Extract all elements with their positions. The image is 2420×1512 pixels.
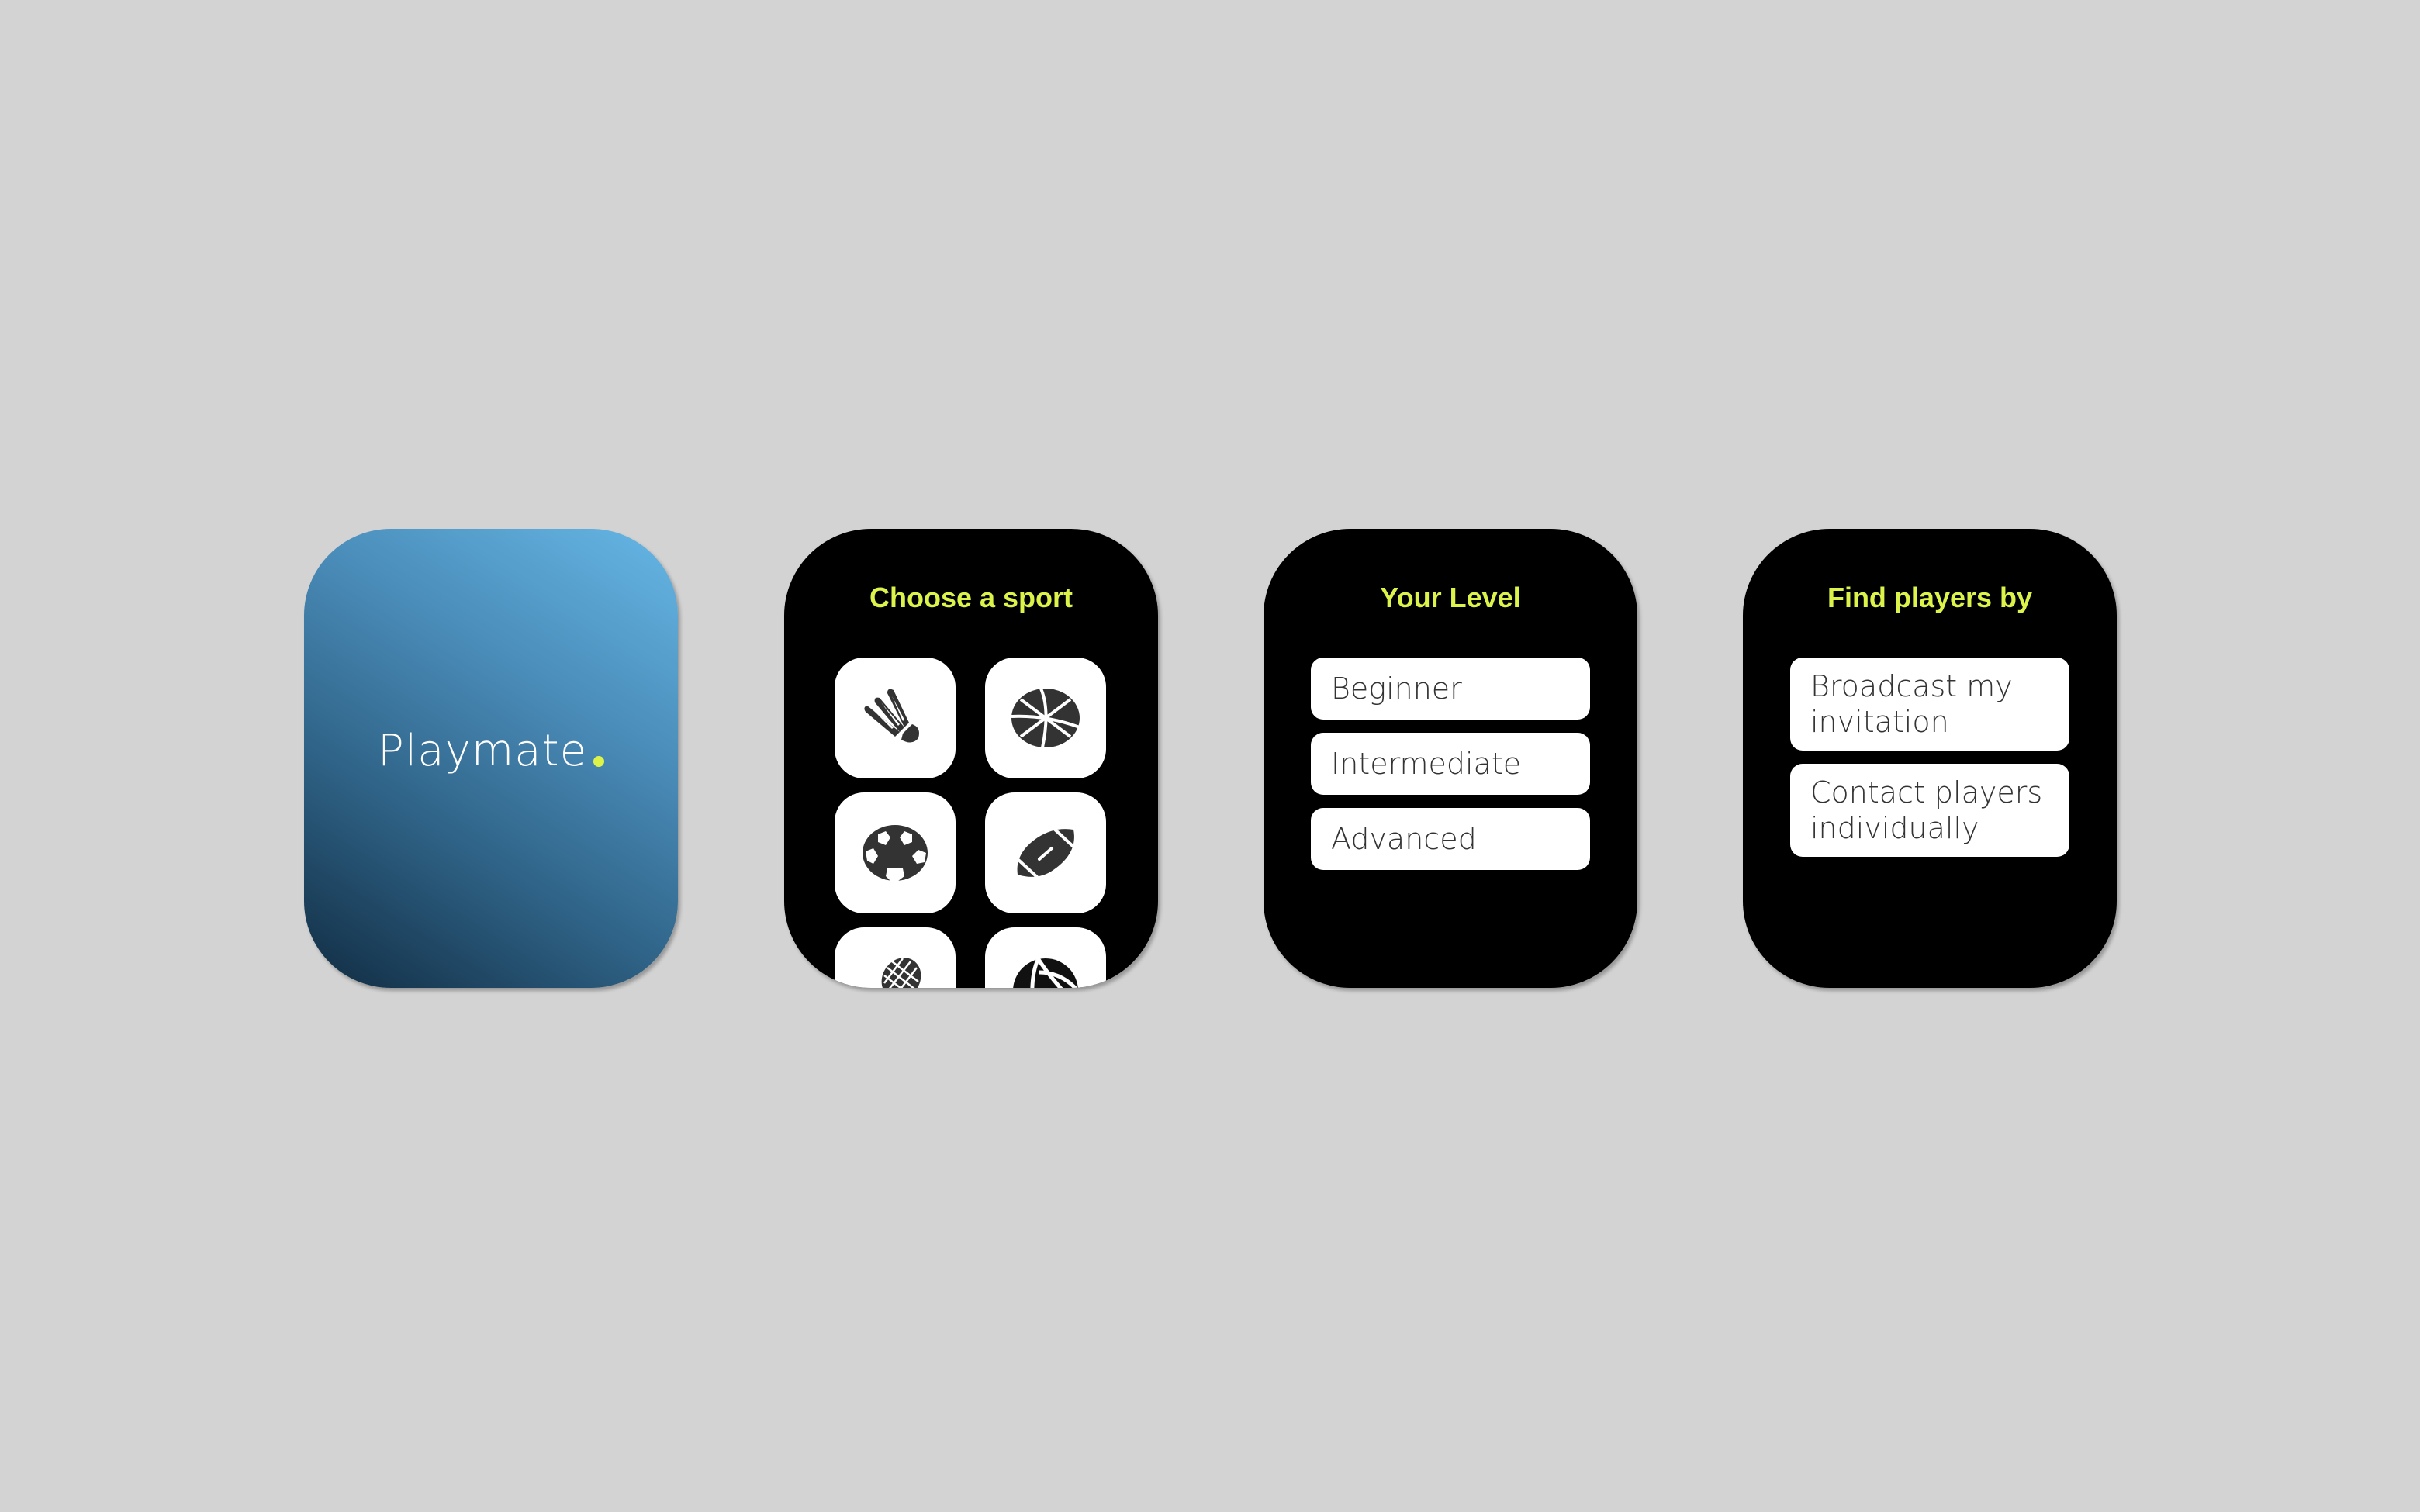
sport-tile-soccer[interactable] bbox=[835, 792, 956, 913]
screen-title: Your Level bbox=[1380, 582, 1521, 613]
option-label: Broadcast my invitation bbox=[1810, 669, 2013, 739]
level-option-advanced[interactable]: Advanced bbox=[1311, 808, 1590, 870]
option-label: Beginner bbox=[1331, 671, 1462, 706]
sport-tile-volleyball[interactable] bbox=[985, 927, 1106, 988]
level-option-intermediate[interactable]: Intermediate bbox=[1311, 733, 1590, 795]
shuttlecock-icon bbox=[864, 689, 919, 743]
brand-name: Playmate bbox=[377, 726, 588, 776]
screen-title: Find players by bbox=[1827, 582, 2033, 613]
brand-dot bbox=[593, 756, 605, 767]
option-label: Intermediate bbox=[1331, 747, 1522, 781]
sport-tile-football[interactable] bbox=[985, 792, 1106, 913]
basketball-icon bbox=[1011, 688, 1080, 748]
level-selection-screen: Your Level Beginner Intermediate Advance… bbox=[1264, 529, 1637, 988]
sport-tile-badminton[interactable] bbox=[835, 658, 956, 778]
sport-tile-tennis[interactable] bbox=[835, 927, 956, 988]
volleyball-icon bbox=[1013, 957, 1078, 988]
sport-tile-basketball[interactable] bbox=[985, 658, 1106, 778]
level-option-beginner[interactable]: Beginner bbox=[1311, 658, 1590, 720]
screen-title: Choose a sport bbox=[869, 582, 1073, 613]
football-icon bbox=[1016, 827, 1075, 879]
option-label: Contact players individually bbox=[1810, 775, 2043, 845]
contact-individually-option[interactable]: Contact players individually bbox=[1790, 764, 2069, 857]
splash-screen: Playmate bbox=[304, 529, 678, 988]
soccer-ball-icon bbox=[863, 825, 928, 881]
option-label: Advanced bbox=[1331, 822, 1477, 856]
app-logo: Playmate bbox=[304, 726, 678, 776]
sport-selection-screen: Choose a sport bbox=[784, 529, 1158, 988]
find-players-screen: Find players by Broadcast my invitation … bbox=[1743, 529, 2117, 988]
broadcast-invitation-option[interactable]: Broadcast my invitation bbox=[1790, 658, 2069, 751]
tennis-racket-icon bbox=[881, 958, 921, 988]
